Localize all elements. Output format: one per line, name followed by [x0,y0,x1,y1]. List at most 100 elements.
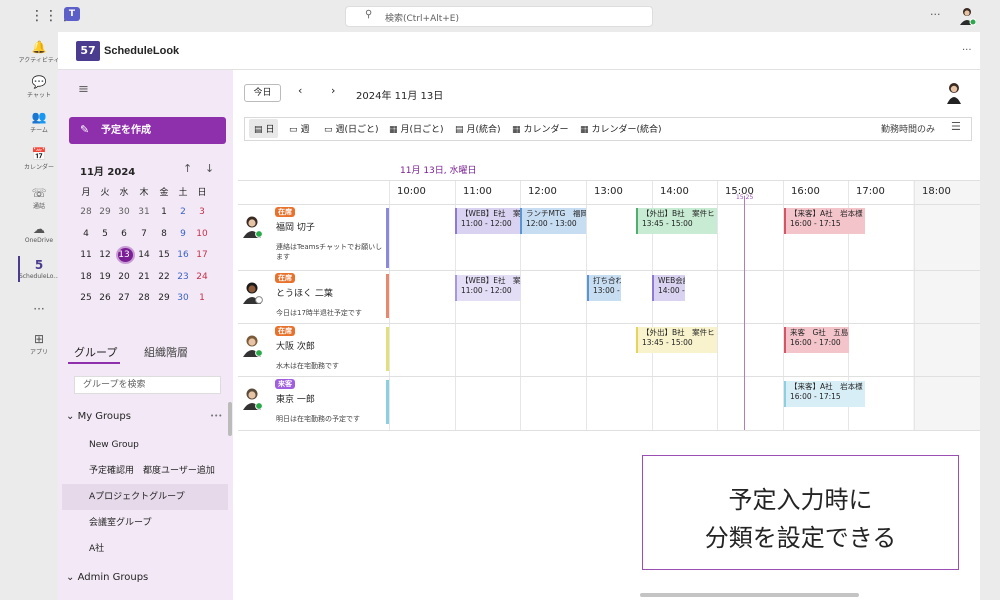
sidebar-scrollbar[interactable] [228,402,232,436]
tab-org-hierarchy[interactable]: 組織階層 [144,344,188,360]
view-button[interactable]: ▦ カレンダー(統合) [580,122,662,135]
tab-group[interactable]: グループ [74,344,117,360]
arrow-up-icon[interactable]: ↑ [183,162,192,175]
rail-item-bell[interactable]: 🔔 アクティビティ [18,40,60,64]
prev-day-button[interactable]: ‹ [298,84,302,97]
next-day-button[interactable]: › [331,84,335,97]
more-options-icon[interactable]: ··· [930,8,941,21]
mini-calendar-day[interactable]: 30 [175,293,191,303]
view-button[interactable]: ▤ 日 [254,122,275,135]
rail-item-schedulelook[interactable]: 5 ScheduleLo... [18,258,60,280]
mini-calendar-day[interactable]: 25 [78,293,94,303]
mini-calendar-day[interactable]: 29 [97,207,113,217]
mini-calendar-day[interactable]: 29 [156,293,172,303]
user-avatar[interactable] [958,6,976,26]
mini-calendar-day[interactable]: 23 [175,272,191,282]
weekday-header: 水 [119,188,129,198]
mini-calendar-day[interactable]: 21 [136,272,152,282]
user-avatar[interactable] [944,80,964,104]
mini-calendar-day[interactable]: 28 [136,293,152,303]
person-name[interactable]: 大阪 次郎 [276,339,315,352]
rail-label: アクティビティ [18,57,60,64]
today-button[interactable]: 今日 [244,84,281,102]
rail-item-cloud[interactable]: ☁ OneDrive [18,222,60,244]
weekday-header: 日 [197,188,207,198]
view-button[interactable]: ▦ 月(日ごと) [389,122,444,135]
group-item[interactable]: 会議室グループ [62,510,228,536]
group-search-input[interactable]: グループを検索 [74,376,221,394]
mini-calendar-day[interactable]: 22 [156,272,172,282]
person-name[interactable]: 東京 一郎 [276,392,315,405]
view-button[interactable]: ▤ 月(統合) [455,122,501,135]
group-item[interactable]: Aプロジェクトグループ [62,484,228,510]
my-groups-header[interactable]: ⌄ My Groups [66,411,131,422]
person-name[interactable]: 福岡 切子 [276,220,315,233]
grid-date-label: 11月 13日, 水曜日 [400,166,477,176]
horizontal-scrollbar[interactable] [640,593,859,597]
event-title: 【WEB】E社 案 [461,276,521,285]
mini-calendar-day[interactable]: 2 [175,207,191,217]
event-block[interactable]: 【WEB】E社 案 11:00 - 12:00 [455,275,521,301]
rail-item-phone[interactable]: ☏ 通話 [18,186,60,210]
view-button[interactable]: ▭ 週 [289,122,310,135]
event-block[interactable]: 【来客】A社 岩本様 16:00 - 17:15 [784,381,865,407]
mini-calendar-day[interactable]: 18 [78,272,94,282]
view-button[interactable]: ▦ カレンダー [512,122,569,135]
my-groups-more-icon[interactable]: ••• [210,412,222,420]
mini-calendar-day[interactable]: 10 [194,229,210,239]
mini-calendar-day[interactable]: 5 [97,229,113,239]
mini-calendar-day[interactable]: 17 [194,250,210,260]
mini-calendar-day[interactable]: 14 [136,250,152,260]
rail-item-chat[interactable]: 💬 チャット [18,75,60,99]
group-item[interactable]: 予定確認用 都度ユーザー追加 [62,458,228,484]
mini-calendar-day[interactable]: 26 [97,293,113,303]
mini-calendar-day[interactable]: 27 [116,293,132,303]
hamburger-menu-icon[interactable]: ≡ [78,82,89,97]
mini-calendar-day[interactable]: 31 [136,207,152,217]
mini-calendar-day[interactable]: 30 [116,207,132,217]
arrow-down-icon[interactable]: ↓ [205,162,214,175]
event-block[interactable]: 【外出】B社 案件ヒ 13:45 - 15:00 [636,208,717,234]
worktime-toggle[interactable]: 勤務時間のみ [881,122,935,135]
mini-calendar-day[interactable]: 28 [78,207,94,217]
mini-calendar-day[interactable]: 7 [136,229,152,239]
bell-icon: 🔔 [31,40,47,54]
mini-calendar-day[interactable]: 12 [97,250,113,260]
event-block[interactable]: 打ち合わ 13:00 - [587,275,621,301]
group-item[interactable]: New Group [62,432,228,458]
mini-calendar-day[interactable]: 20 [116,272,132,282]
mini-calendar-day[interactable]: 6 [116,229,132,239]
event-block[interactable]: 【来客】A社 岩本様 16:00 - 17:15 [784,208,865,234]
event-time: 11:00 - 12:00 [461,286,512,295]
mini-calendar-day[interactable]: 4 [78,229,94,239]
mini-calendar-day[interactable]: 16 [175,250,191,260]
create-event-button[interactable]: 予定を作成 [69,117,226,144]
group-item[interactable]: A社 [62,536,228,562]
mini-calendar-day[interactable]: 19 [97,272,113,282]
event-block[interactable]: WEB会議14:00 - [652,275,685,301]
app-more-icon[interactable]: ··· [962,45,972,56]
mini-calendar-day[interactable]: 1 [156,207,172,217]
rail-item-add-app[interactable]: ⊞ アプリ [18,332,60,356]
event-block[interactable]: 【WEB】E社 案 11:00 - 12:00 [455,208,521,234]
mini-calendar-day[interactable]: 11 [78,250,94,260]
mini-calendar-day[interactable]: 15 [156,250,172,260]
filter-icon[interactable]: ☰ [951,120,961,133]
person-name[interactable]: とうほく 二葉 [276,286,333,299]
mini-calendar-day[interactable]: 24 [194,272,210,282]
admin-groups-header[interactable]: ⌄ Admin Groups [66,572,148,583]
rail-item-teams[interactable]: 👥 チーム [18,110,60,134]
mini-calendar-day[interactable]: 13 [116,250,132,260]
rail-item-more-apps[interactable]: ··· [18,302,60,316]
event-title: 【来客】A社 岩本様 [790,209,863,218]
mini-calendar-day[interactable]: 8 [156,229,172,239]
event-block[interactable]: ランチMTG 福岡 12:00 - 13:00 [520,208,586,234]
rail-item-calendar[interactable]: 📅 カレンダー [18,147,60,171]
mini-calendar-day[interactable]: 9 [175,229,191,239]
phone-icon: ☏ [31,186,47,200]
mini-calendar-day[interactable]: 3 [194,207,210,217]
event-block[interactable]: 【外出】B社 案件ヒ 13:45 - 15:00 [636,327,717,353]
event-block[interactable]: 来客 G社 五島 16:00 - 17:00 [784,327,849,353]
mini-calendar-day[interactable]: 1 [194,293,210,303]
view-button[interactable]: ▭ 週(日ごと) [324,122,379,135]
